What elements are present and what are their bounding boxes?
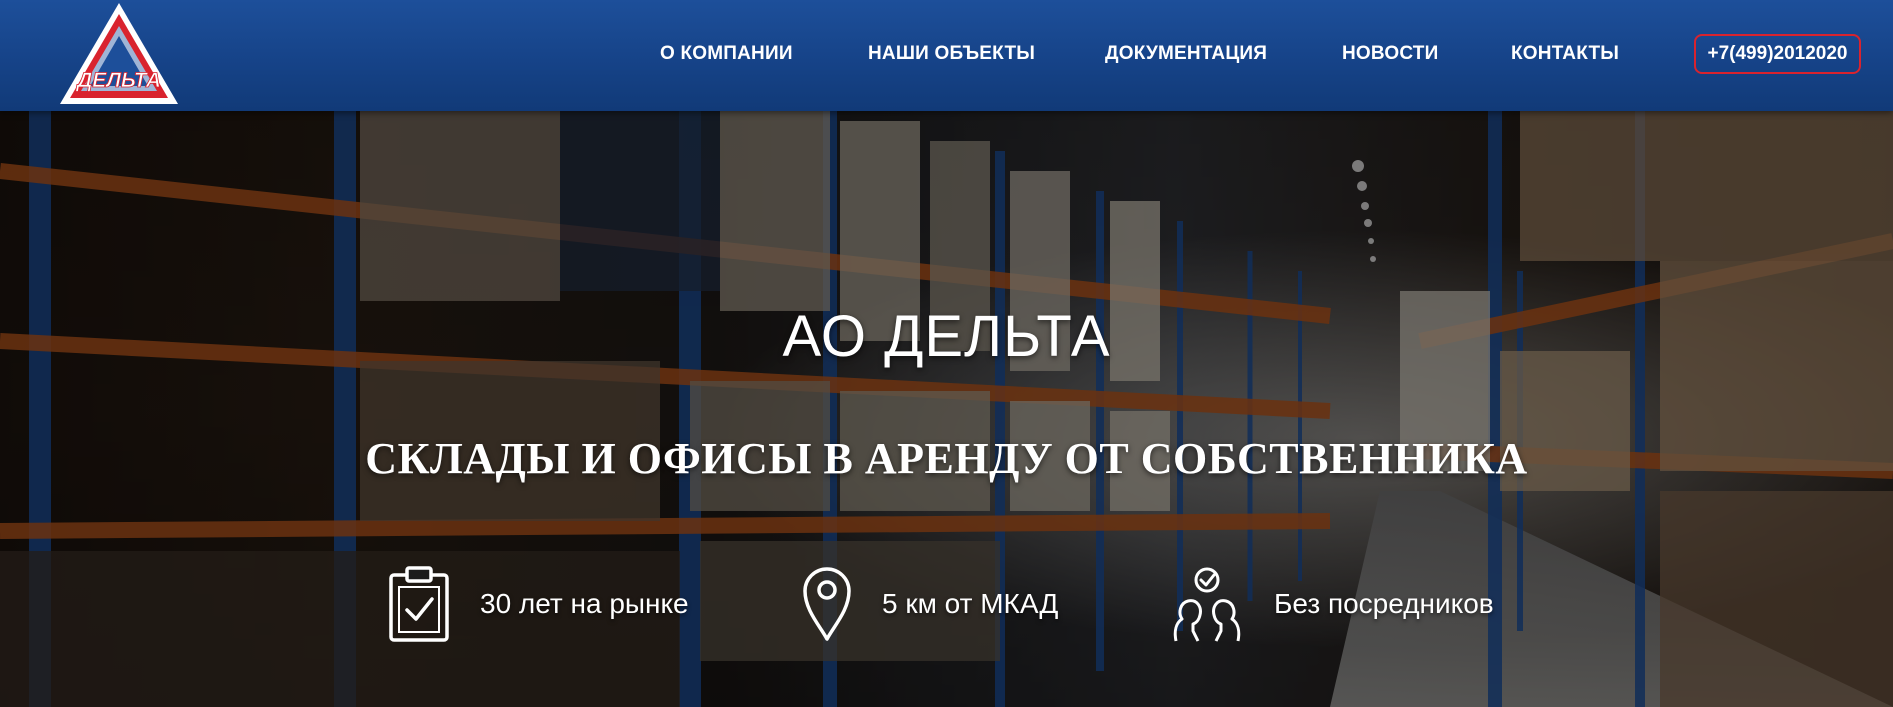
clipboard-check-icon (388, 565, 450, 643)
feature-location: 5 км от МКАД (802, 564, 1058, 644)
nav-documentation[interactable]: ДОКУМЕНТАЦИЯ (1105, 43, 1267, 65)
svg-text:ДЕЛЬТА: ДЕЛЬТА (75, 69, 161, 92)
hero-banner: АО ДЕЛЬТА СКЛАДЫ И ОФИСЫ В АРЕНДУ ОТ СОБ… (0, 111, 1893, 707)
map-pin-icon (802, 566, 852, 642)
feature-no-middlemen: Без посредников (1170, 564, 1494, 644)
site-header: ДЕЛЬТА О КОМПАНИИ НАШИ ОБЪЕКТЫ ДОКУМЕНТА… (0, 0, 1893, 111)
nav-contacts[interactable]: КОНТАКТЫ (1511, 43, 1619, 65)
delta-logo[interactable]: ДЕЛЬТА (56, 0, 182, 106)
feature-label: 30 лет на рынке (480, 588, 689, 619)
nav-about[interactable]: О КОМПАНИИ (660, 43, 793, 65)
feature-label: Без посредников (1274, 588, 1494, 619)
phone-button[interactable]: +7(499)2012020 (1694, 34, 1861, 74)
feature-label: 5 км от МКАД (882, 588, 1059, 619)
hero-title: АО ДЕЛЬТА (782, 304, 1111, 369)
nav-objects[interactable]: НАШИ ОБЪЕКТЫ (868, 43, 1035, 65)
feature-experience: 30 лет на рынке (388, 564, 689, 644)
nav-news[interactable]: НОВОСТИ (1342, 43, 1438, 65)
handshake-people-icon (1170, 565, 1244, 643)
hero-subtitle: СКЛАДЫ И ОФИСЫ В АРЕНДУ ОТ СОБСТВЕННИКА (365, 434, 1528, 483)
